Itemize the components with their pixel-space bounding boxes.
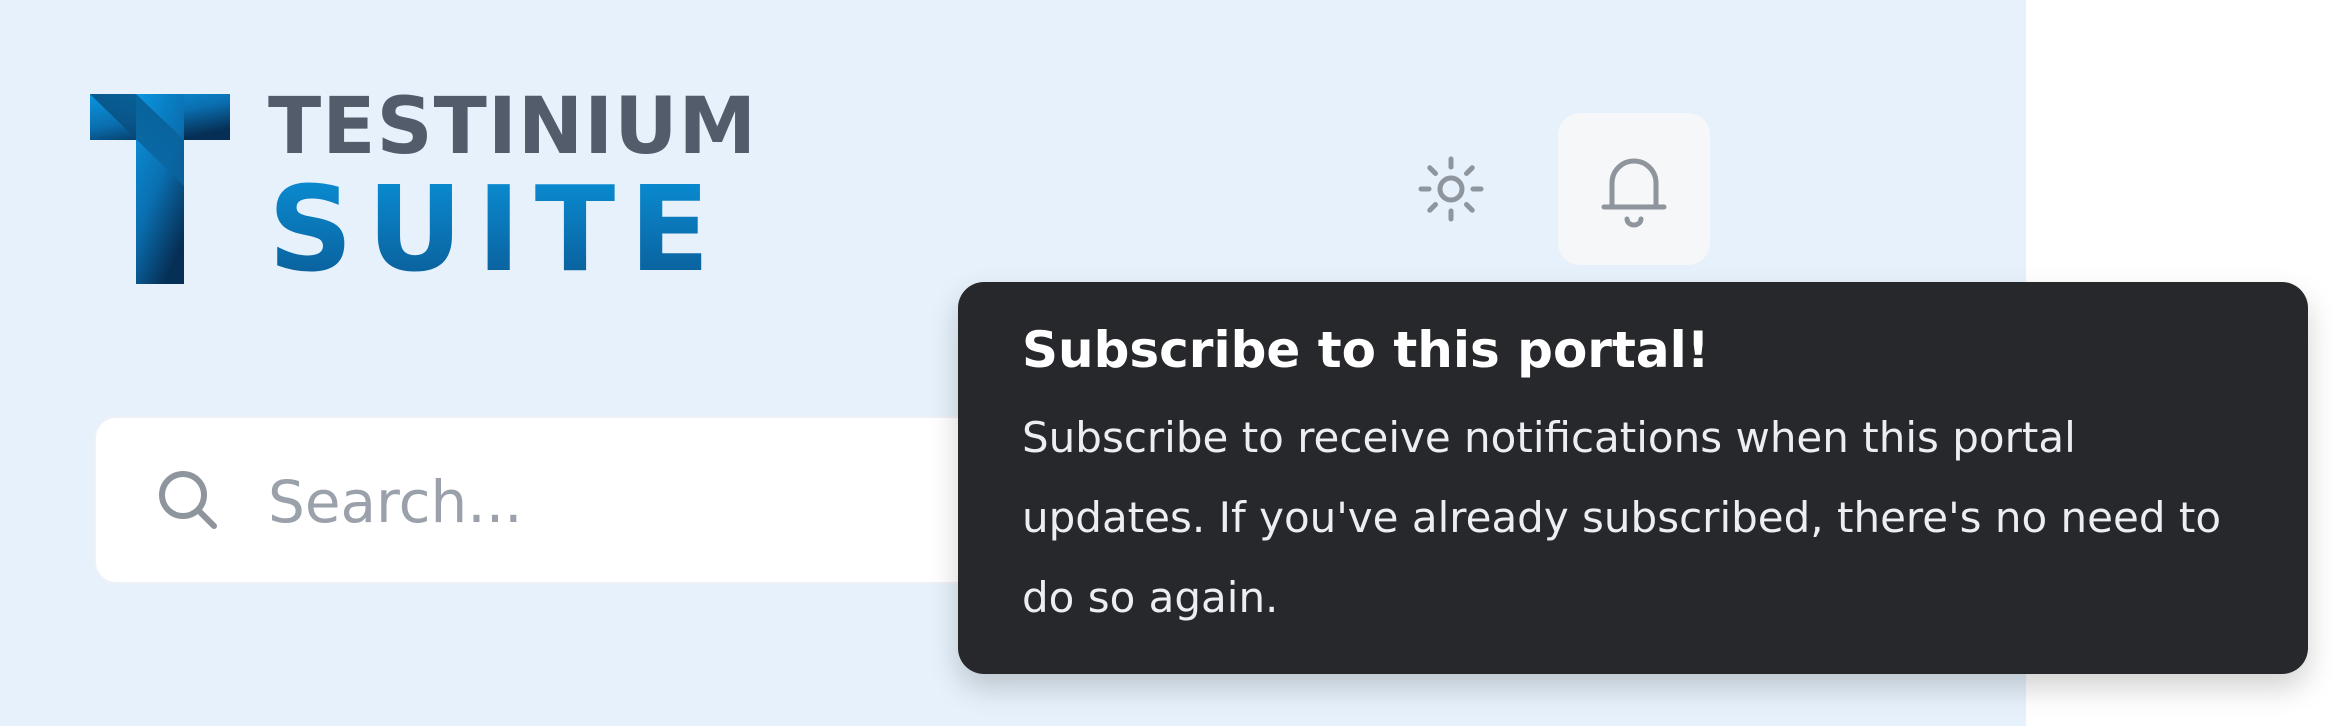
- logo-text-suite: SUITE: [268, 160, 724, 298]
- notifications-button[interactable]: [1558, 113, 1710, 265]
- testinium-suite-logo[interactable]: TESTINIUM SUITE: [90, 88, 756, 288]
- theme-toggle-button[interactable]: [1414, 152, 1488, 226]
- sun-icon: [1418, 156, 1484, 222]
- subscribe-tooltip: Subscribe to this portal! Subscribe to r…: [958, 282, 2308, 674]
- search-input[interactable]: [266, 458, 970, 546]
- tooltip-body: Subscribe to receive notifications when …: [1022, 413, 2222, 622]
- logo-text-testinium: TESTINIUM: [268, 82, 758, 172]
- logo-t-mark: [90, 94, 230, 284]
- search-bar[interactable]: [94, 416, 1054, 584]
- bell-icon: [1601, 158, 1667, 228]
- search-icon: [159, 471, 217, 529]
- tooltip-title: Subscribe to this portal!: [1022, 321, 1710, 379]
